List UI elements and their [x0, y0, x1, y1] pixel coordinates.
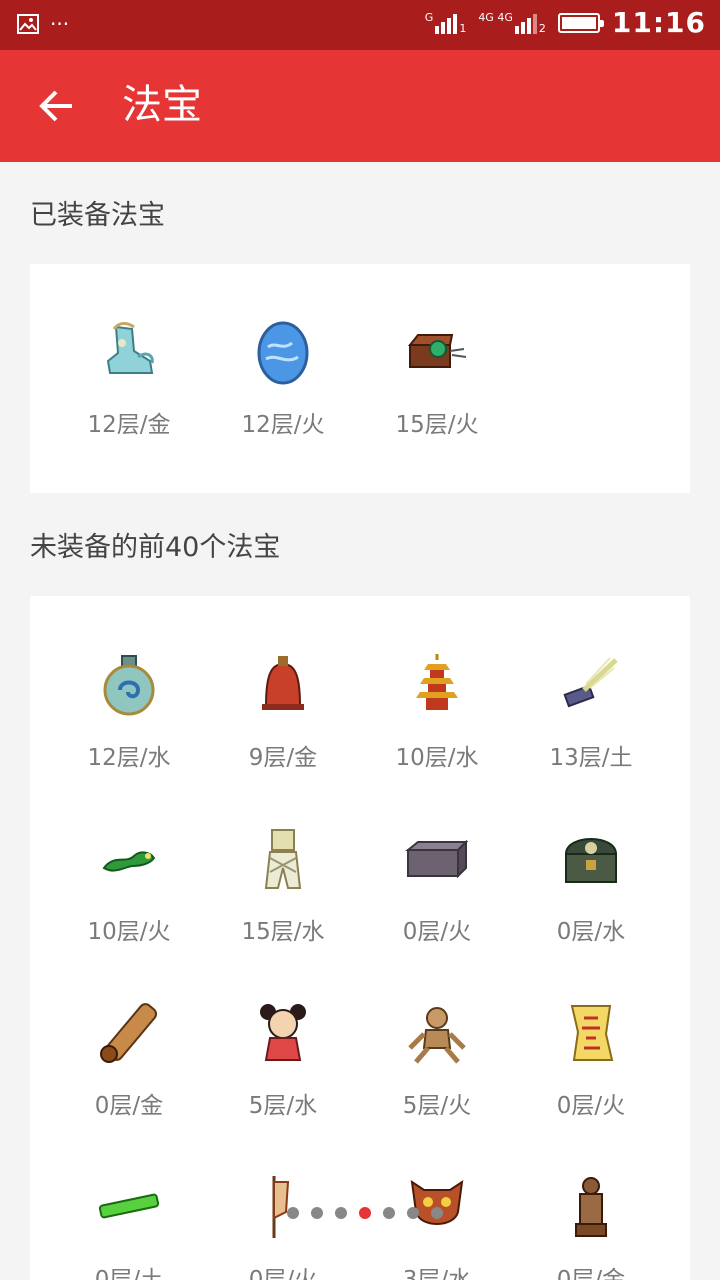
unequipped-item[interactable]: 0层/金	[514, 1172, 668, 1280]
equipped-section-title: 已装备法宝	[30, 200, 165, 231]
app-bar: 法宝	[0, 50, 720, 162]
page-dot[interactable]	[431, 1207, 443, 1219]
battery-icon	[557, 12, 604, 33]
item-label: 0层/土	[94, 1267, 164, 1280]
item-label: 0层/金	[556, 1267, 626, 1280]
item-label: 15层/水	[241, 919, 325, 945]
item-label: 15层/火	[395, 412, 479, 438]
page-title: 法宝	[122, 82, 202, 128]
equipped-item[interactable]: 15层/火	[360, 317, 514, 439]
unequipped-section-title: 未装备的前40个法宝	[30, 532, 281, 563]
item-label: 12层/金	[87, 412, 171, 438]
scroll-roll-icon	[100, 1003, 158, 1063]
unequipped-item[interactable]: 0层/水	[514, 824, 668, 946]
page-dot[interactable]	[311, 1207, 323, 1219]
unequipped-item[interactable]: 0层/火	[514, 998, 668, 1120]
item-label: 0层/火	[248, 1267, 318, 1280]
item-label: 12层/火	[241, 412, 325, 438]
item-label: 0层/火	[402, 919, 472, 945]
equipped-card: 12层/金 12层/火 15层/火	[30, 264, 690, 493]
unequipped-item[interactable]: 15层/水	[206, 824, 360, 946]
page-dot[interactable]	[407, 1207, 419, 1219]
sim2-indicator: 2	[538, 21, 546, 35]
item-label: 5层/水	[248, 1093, 318, 1119]
unequipped-item[interactable]: 5层/火	[360, 998, 514, 1120]
page-dot-active[interactable]	[359, 1207, 371, 1219]
unequipped-item[interactable]: 12层/水	[52, 650, 206, 772]
image-notification-icon	[17, 14, 39, 34]
item-label: 9层/金	[248, 745, 318, 771]
equipped-item[interactable]: 12层/火	[206, 317, 360, 439]
item-label: 13层/土	[549, 745, 633, 771]
unequipped-item[interactable]: 9层/金	[206, 650, 360, 772]
item-label: 5层/火	[402, 1093, 472, 1119]
status-bar: ··· G 1 4G 4G 2 11:16	[0, 0, 720, 50]
equipped-item[interactable]: 12层/金	[52, 317, 206, 439]
unequipped-card: 12层/水 9层/金 10层/水 13层/土 10层/火 15层/水 0层/火 …	[30, 596, 690, 1280]
unequipped-item[interactable]: 0层/土	[52, 1172, 206, 1280]
signal-1-icon	[435, 12, 458, 34]
unequipped-item[interactable]: 5层/水	[206, 998, 360, 1120]
more-notifications-icon: ···	[50, 12, 70, 36]
network-type-2: 4G 4G	[478, 10, 513, 24]
treasure-box-icon	[407, 334, 467, 368]
paper-scroll-icon	[570, 1005, 614, 1061]
jade-bar-icon	[98, 1193, 160, 1219]
bell-icon	[262, 656, 304, 710]
unequipped-item[interactable]: 13层/土	[514, 650, 668, 772]
boot-icon	[106, 322, 154, 374]
unequipped-item[interactable]: 10层/火	[52, 824, 206, 946]
puppet-icon	[408, 1007, 466, 1064]
page-dot[interactable]	[287, 1207, 299, 1219]
item-label: 10层/火	[87, 919, 171, 945]
signal-2-icon	[514, 12, 537, 34]
unequipped-item[interactable]: 10层/水	[360, 650, 514, 772]
dragon-icon	[102, 851, 156, 872]
unequipped-item[interactable]: 0层/火	[206, 1172, 360, 1280]
doll-icon	[260, 1004, 306, 1061]
page-dot[interactable]	[383, 1207, 395, 1219]
item-label: 0层/火	[556, 1093, 626, 1119]
item-label: 12层/水	[87, 745, 171, 771]
seal-icon	[575, 1177, 607, 1237]
back-arrow-icon[interactable]	[30, 78, 86, 134]
stone-box-icon	[405, 839, 469, 879]
pagoda-icon	[416, 654, 458, 710]
page-dot[interactable]	[335, 1207, 347, 1219]
item-label: 3层/水	[402, 1267, 472, 1280]
page-indicator	[287, 1207, 443, 1219]
item-label: 0层/金	[94, 1093, 164, 1119]
unequipped-item[interactable]: 3层/水	[360, 1172, 514, 1280]
sim1-indicator: 1	[459, 21, 467, 35]
brush-icon	[563, 657, 618, 708]
flask-icon	[103, 655, 155, 716]
item-label: 0层/水	[556, 919, 626, 945]
item-label: 10层/水	[395, 745, 479, 771]
unequipped-item[interactable]: 0层/金	[52, 998, 206, 1120]
unequipped-item[interactable]: 0层/火	[360, 824, 514, 946]
blue-gem-icon	[257, 321, 309, 385]
status-time: 11:16	[611, 6, 706, 39]
chest-icon	[564, 838, 618, 883]
network-type-1: G	[424, 10, 434, 24]
paper-doll-icon	[264, 829, 302, 889]
